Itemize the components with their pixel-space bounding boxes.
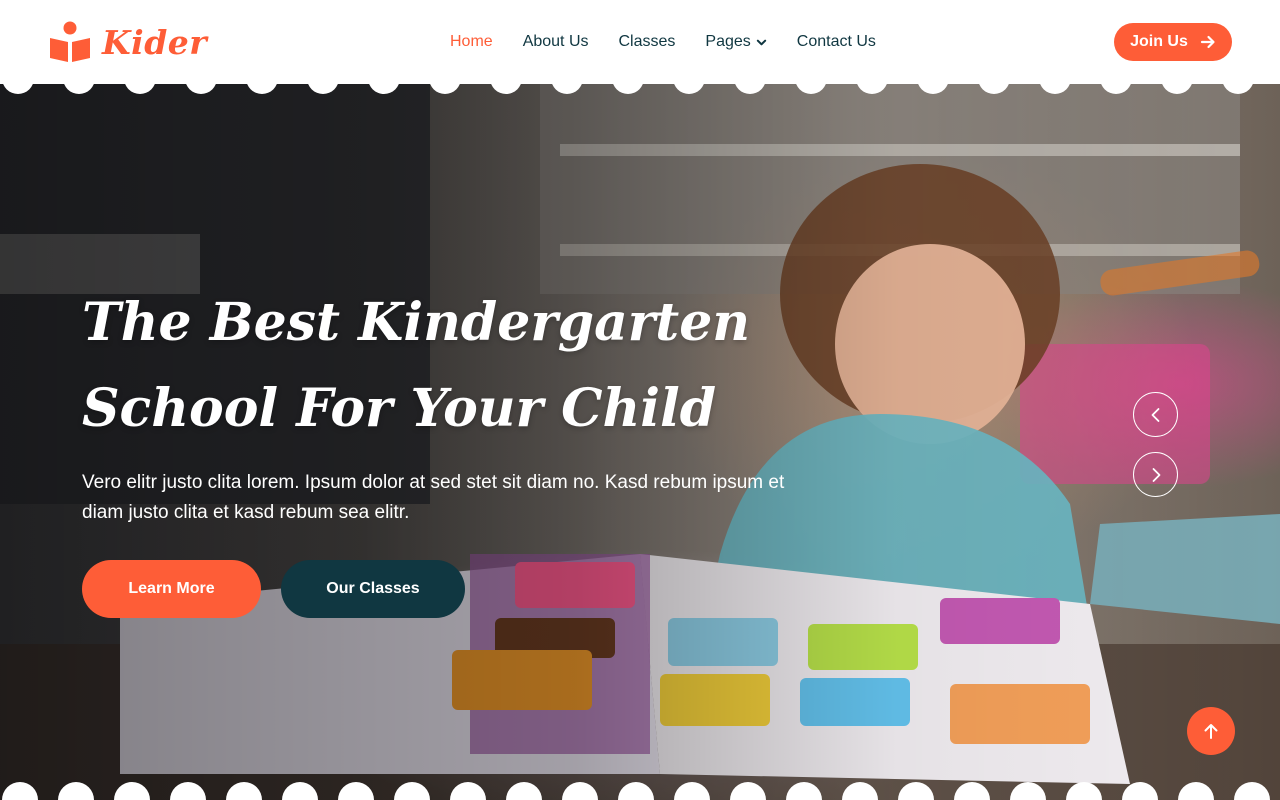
chevron-down-icon	[756, 39, 766, 45]
nav-link-home[interactable]: Home	[450, 33, 493, 51]
back-to-top-button[interactable]	[1187, 707, 1235, 755]
scallop-bump	[506, 782, 542, 800]
scallop-bump	[618, 782, 654, 800]
scallop-bump	[674, 782, 710, 800]
join-us-label: Join Us	[1130, 33, 1188, 50]
scallop-bump	[170, 782, 206, 800]
scallop-bump	[114, 782, 150, 800]
join-us-button[interactable]: Join Us	[1114, 23, 1232, 61]
nav-link-classes[interactable]: Classes	[619, 33, 676, 51]
scallop-bump	[282, 782, 318, 800]
scallop-bump	[1010, 782, 1046, 800]
scallop-bump	[730, 782, 766, 800]
hero-title-line-2: School For Your Child	[82, 378, 717, 439]
hero-description: Vero elitr justo clita lorem. Ipsum dolo…	[82, 472, 785, 523]
scallop-bump	[58, 782, 94, 800]
scallop-bump	[226, 782, 262, 800]
carousel-prev-button[interactable]	[1133, 392, 1178, 437]
nav-link-about-us[interactable]: About Us	[523, 33, 589, 51]
scallop-bump	[1066, 782, 1102, 800]
book-reader-icon	[50, 21, 90, 62]
scallop-bump	[898, 782, 934, 800]
scallop-bump	[394, 782, 430, 800]
learn-more-button[interactable]: Learn More	[82, 560, 261, 618]
scallop-bump	[450, 782, 486, 800]
navbar: Kider Home About Us Classes Pages Contac…	[0, 0, 1280, 84]
our-classes-button[interactable]: Our Classes	[281, 560, 465, 618]
scalloped-divider-bottom	[2, 782, 1270, 800]
brand-logo-link[interactable]: Kider	[48, 20, 207, 64]
nav-link-contact-us[interactable]: Contact Us	[797, 33, 876, 51]
nav-link-pages-label: Pages	[705, 33, 751, 50]
brand-name: Kider	[102, 22, 208, 62]
arrow-up-icon	[1204, 724, 1218, 739]
scallop-bump	[1234, 782, 1270, 800]
scallop-bump	[786, 782, 822, 800]
carousel-next-button[interactable]	[1133, 452, 1178, 497]
nav-link-pages-dropdown[interactable]: Pages	[705, 33, 766, 51]
hero-title-line-1: The Best Kindergarten	[82, 292, 751, 353]
scallop-bump	[842, 782, 878, 800]
scallop-bump	[1122, 782, 1158, 800]
scallop-bump	[954, 782, 990, 800]
chevron-right-icon	[1152, 467, 1160, 482]
chevron-left-icon	[1151, 407, 1159, 422]
scallop-bump	[2, 782, 38, 800]
hero-title: The Best Kindergarten School For Your Ch…	[82, 280, 802, 452]
hero-carousel: The Best Kindergarten School For Your Ch…	[0, 84, 1280, 800]
scallop-bump	[562, 782, 598, 800]
arrow-right-icon	[1200, 35, 1215, 49]
scallop-bump	[338, 782, 374, 800]
scallop-bump	[1178, 782, 1214, 800]
main-nav: Home About Us Classes Pages Contact Us	[450, 28, 906, 56]
